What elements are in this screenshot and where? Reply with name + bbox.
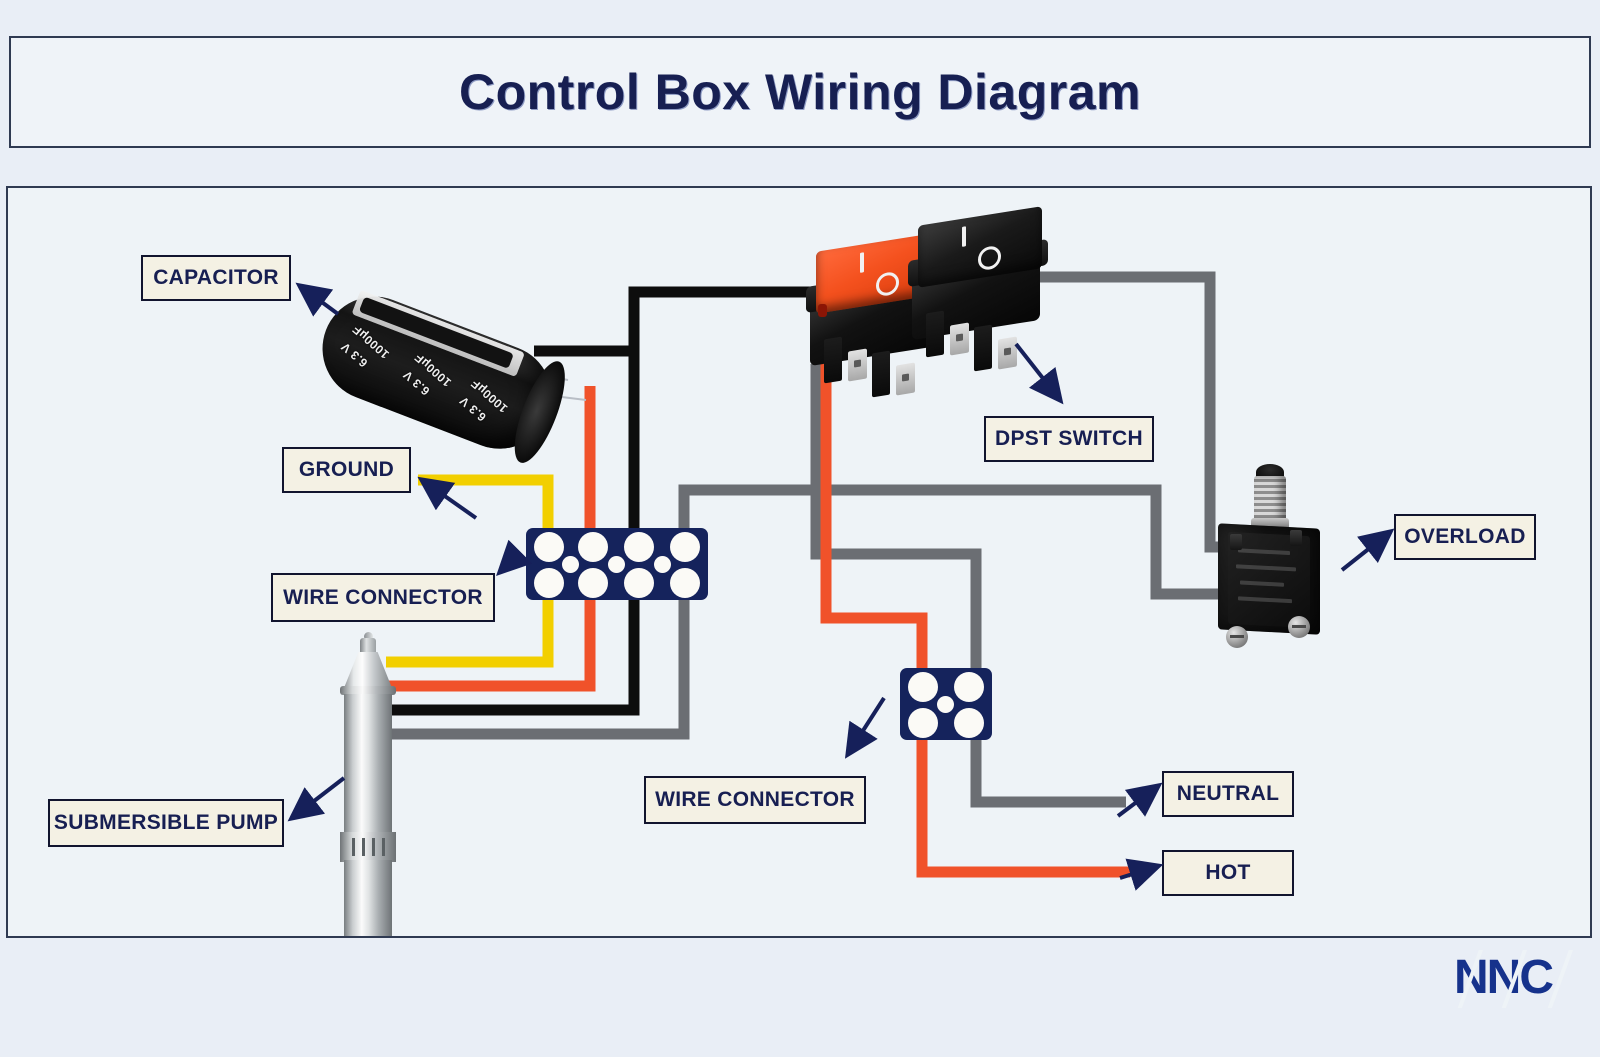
label-overload: OVERLOAD	[1394, 514, 1536, 560]
overload-marking-line-4	[1238, 596, 1292, 604]
connector-1-spacer-dot-2	[608, 556, 625, 573]
connector-1-port-1-bottom[interactable]	[534, 568, 564, 598]
connector-2-port-1-bottom[interactable]	[908, 708, 938, 738]
connector-1-port-2-top[interactable]	[578, 532, 608, 562]
diagram-page: Control Box Wiring Diagram 1000µF 6.3 V …	[0, 0, 1600, 1057]
switch-black-pin-2	[974, 324, 992, 372]
switch-red-pin-1	[824, 336, 842, 384]
label-neutral: NEUTRAL	[1162, 771, 1294, 817]
overload-screw-terminal-left	[1226, 626, 1248, 648]
wire-switch-neutral-leg	[810, 364, 982, 678]
wire-hot-supply	[916, 718, 1130, 878]
label-capacitor: CAPACITOR	[141, 255, 291, 301]
pump-vent-slot-1	[352, 838, 355, 856]
page-title: Control Box Wiring Diagram	[458, 64, 1142, 120]
arrow-to-hot	[1119, 858, 1164, 891]
pump-vent-slot-3	[372, 838, 375, 856]
nnc-logo: NNC	[1454, 950, 1584, 1008]
connector-2-port-2-top[interactable]	[954, 672, 984, 702]
overload-marking-line-2	[1236, 564, 1296, 572]
connector-1-port-4-bottom[interactable]	[670, 568, 700, 598]
overload-terminal-top-right	[1290, 530, 1302, 546]
wire-switch-hot-leg	[820, 364, 928, 678]
overload-screw-terminal-right	[1288, 616, 1310, 638]
wire-connector-2[interactable]	[900, 668, 992, 740]
arrow-to-ground	[417, 476, 478, 520]
pump-vent-slot-4	[382, 838, 385, 856]
switch-black-spade-2	[998, 336, 1017, 370]
connector-1-port-3-top[interactable]	[624, 532, 654, 562]
capacitor-body: 1000µF 6.3 V 1000µF 6.3 V 1000µF 6.3 V	[307, 281, 576, 469]
wire-connector-1[interactable]	[526, 528, 708, 600]
arrow-to-overload	[1340, 528, 1395, 572]
connector-1-spacer-dot-1	[562, 556, 579, 573]
switch-black-off-mark-icon	[978, 244, 1001, 272]
switch-black-on-mark-icon	[962, 226, 966, 247]
label-hot: HOT	[1162, 850, 1294, 896]
arrow-to-submersible-pump	[287, 776, 346, 822]
pump-center-band	[340, 832, 396, 862]
connector-1-port-2-bottom[interactable]	[578, 568, 608, 598]
pump-lower-barrel	[344, 860, 392, 936]
label-submersible-pump: SUBMERSIBLE PUMP	[48, 799, 284, 847]
connector-2-port-2-bottom[interactable]	[954, 708, 984, 738]
wire-pump-run-to-overload	[678, 484, 1226, 600]
switch-red-spade-1	[848, 348, 867, 382]
label-wire-connector-1: WIRE CONNECTOR	[271, 573, 495, 622]
submersible-pump-component	[338, 632, 398, 936]
capacitor-component: 1000µF 6.3 V 1000µF 6.3 V 1000µF 6.3 V	[307, 252, 596, 469]
overload-marking-line-3	[1240, 580, 1284, 587]
wire-neutral-supply	[970, 718, 1126, 808]
label-wire-connector-2: WIRE CONNECTOR	[644, 776, 866, 824]
pump-upper-barrel	[344, 694, 392, 836]
connector-1-port-1-top[interactable]	[534, 532, 564, 562]
pump-vent-slot-2	[362, 838, 365, 856]
arrow-to-wire-connector-2	[844, 696, 886, 759]
connector-1-port-3-bottom[interactable]	[624, 568, 654, 598]
diagram-stage: 1000µF 6.3 V 1000µF 6.3 V 1000µF 6.3 V C…	[8, 188, 1590, 936]
connector-1-port-4-top[interactable]	[670, 532, 700, 562]
switch-red-pin-2	[872, 350, 890, 398]
title-bar: Control Box Wiring Diagram	[9, 36, 1591, 148]
switch-red-off-mark-icon	[876, 270, 899, 298]
label-dpst-switch: DPST SWITCH	[984, 416, 1154, 462]
overload-marking-line-1	[1238, 548, 1290, 556]
connector-2-port-1-top[interactable]	[908, 672, 938, 702]
diagram-panel: 1000µF 6.3 V 1000µF 6.3 V 1000µF 6.3 V C…	[6, 186, 1592, 938]
connector-1-spacer-dot-3	[654, 556, 671, 573]
switch-red-indicator-led	[818, 304, 827, 317]
capacitor-sleeve-stripe	[351, 290, 525, 377]
arrow-to-neutral	[1116, 782, 1163, 818]
switch-black-spade-1	[950, 322, 969, 356]
dpst-switch-black[interactable]	[908, 206, 1052, 376]
overload-terminal-top-left	[1230, 534, 1242, 550]
arrow-to-wire-connector-1	[496, 539, 533, 576]
pump-discharge-head	[344, 652, 392, 688]
switch-red-on-mark-icon	[860, 252, 864, 273]
switch-black-pin-1	[926, 310, 944, 358]
overload-threaded-barrel	[1254, 476, 1286, 522]
connector-2-spacer-dot-1	[937, 696, 954, 713]
overload-component[interactable]	[1204, 464, 1334, 664]
label-ground: GROUND	[282, 447, 411, 493]
